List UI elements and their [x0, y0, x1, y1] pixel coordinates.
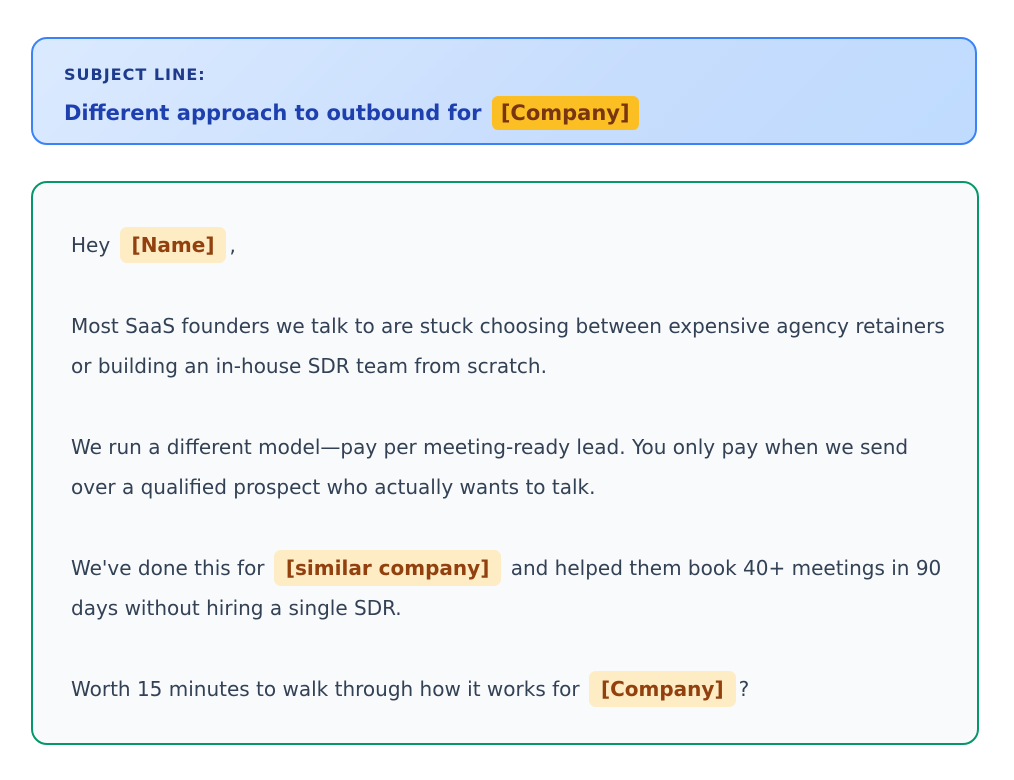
paragraph-3-prefix: We've done this for — [71, 556, 265, 580]
paragraph-2-line-2: over a qualified prospect who actually w… — [71, 475, 596, 499]
subject-line-card: SUBJECT LINE: Different approach to outb… — [31, 37, 977, 145]
company-placeholder-token: [Company] — [491, 96, 639, 130]
greeting-suffix: , — [229, 233, 236, 257]
subject-line-text: Different approach to outbound for [Comp… — [64, 96, 944, 130]
paragraph-1-line-2: or building an in-house SDR team from sc… — [71, 354, 547, 378]
subject-line-label: SUBJECT LINE: — [64, 65, 206, 84]
paragraph-4-prefix: Worth 15 minutes to walk through how it … — [71, 677, 580, 701]
email-body-card: Hey [Name], Most SaaS founders we talk t… — [31, 181, 979, 745]
company-placeholder-token: [Company] — [588, 671, 736, 707]
paragraph-1-line-1: Most SaaS founders we talk to are stuck … — [71, 314, 945, 338]
similar-company-placeholder-token: [similar company] — [273, 550, 502, 586]
paragraph-3-suffix: and helped them book 40+ meetings in 90 — [510, 556, 942, 580]
paragraph-2-line-1: We run a different model—pay per meeting… — [71, 435, 909, 459]
email-paragraph-4: Worth 15 minutes to walk through how it … — [71, 669, 939, 709]
subject-line-copy: Different approach to outbound for — [64, 101, 482, 125]
paragraph-4-suffix: ? — [738, 677, 750, 701]
email-paragraph-3: We've done this for [similar company] an… — [71, 548, 942, 628]
email-paragraph-1: Most SaaS founders we talk to are stuck … — [71, 306, 945, 386]
paragraph-3-line-2: days without hiring a single SDR. — [71, 596, 402, 620]
greeting-prefix: Hey — [71, 233, 111, 257]
email-paragraph-2: We run a different model—pay per meeting… — [71, 427, 939, 507]
email-greeting: Hey [Name], — [71, 225, 939, 265]
name-placeholder-token: [Name] — [119, 227, 227, 263]
